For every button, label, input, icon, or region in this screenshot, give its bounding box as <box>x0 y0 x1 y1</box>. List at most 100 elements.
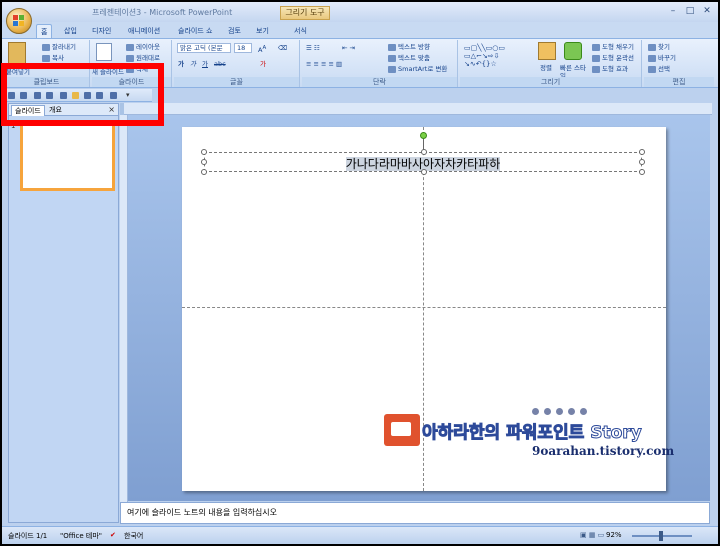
watermark-url: 9oarahan.tistory.com <box>532 444 675 458</box>
resize-handle-br[interactable] <box>639 169 645 175</box>
font-size-select[interactable]: 18 <box>234 43 252 53</box>
paragraph-group: ☰ ☷ ⇤ ⇥ 텍스트 방향 텍스트 맞춤 SmartArt로 변환 ≡ ≡ ≡… <box>302 40 458 87</box>
resize-handle-l[interactable] <box>201 159 207 165</box>
resize-handle-r[interactable] <box>639 159 645 165</box>
font-color-button[interactable]: 가 <box>260 60 266 68</box>
arrange-icon[interactable] <box>538 42 556 60</box>
zoom-slider-knob[interactable] <box>659 531 663 541</box>
reset-button[interactable]: 원래대로 <box>126 54 160 62</box>
office-logo-icon <box>13 15 25 27</box>
rotation-handle[interactable] <box>420 132 427 139</box>
theme-name: "Office 테마" <box>60 532 102 540</box>
font-name-select[interactable]: 맑은 고딕 (본문 <box>177 43 231 53</box>
watermark-dots <box>532 408 587 415</box>
indent-icon[interactable]: ⇤ ⇥ <box>342 44 355 52</box>
title-bar: 프레젠테이션3 - Microsoft PowerPoint 그리기 도구 – … <box>2 2 718 22</box>
drawing-tools-context-tab[interactable]: 그리기 도구 <box>280 6 330 20</box>
smartart-icon <box>388 65 396 73</box>
smartart-button[interactable]: SmartArt로 변환 <box>388 65 447 73</box>
layout-icon <box>126 43 134 51</box>
align-text-button[interactable]: 텍스트 맞춤 <box>388 54 430 62</box>
resize-handle-tl[interactable] <box>201 149 207 155</box>
minimize-button[interactable]: – <box>666 5 680 17</box>
slide-thumbnail[interactable] <box>20 121 115 191</box>
layout-button[interactable]: 레이아웃 <box>126 43 160 51</box>
status-bar: 슬라이드 1/1 "Office 테마" ✔ 한국어 ▣ ▦ ▭ 92% <box>2 526 718 544</box>
clear-format-icon[interactable]: ⌫ <box>278 44 287 52</box>
window-title: 프레젠테이션3 - Microsoft PowerPoint <box>92 8 233 17</box>
cut-button[interactable]: 잘라내기 <box>42 43 76 51</box>
align-buttons[interactable]: ≡ ≡ ≡ ≡ ▥ <box>306 60 342 68</box>
strikethrough-button[interactable]: abc <box>214 60 226 68</box>
text-direction-button[interactable]: 텍스트 방향 <box>388 43 430 51</box>
paragraph-group-label: 단락 <box>302 77 457 87</box>
select-icon <box>648 65 656 73</box>
slide-canvas[interactable]: 가나다라마바사아자차카타파하 아하라한의 파워포인트 Story 9oaraha… <box>182 127 674 491</box>
drawing-group-label: 그리기 <box>460 77 641 87</box>
find-icon <box>648 43 656 51</box>
tab-insert[interactable]: 삽입 <box>60 24 81 38</box>
notes-placeholder: 여기에 슬라이드 노트의 내용을 입력하십시오 <box>127 508 278 517</box>
drawing-group: ▭▢╲╲▭○▭ ▭△⌐↘⇨⇩ ↘∿↶{}☆ 정렬 빠른 스타일 도형 채우기 도형 … <box>460 40 642 87</box>
powerpoint-logo-icon <box>384 414 420 446</box>
office-button[interactable] <box>6 8 32 34</box>
slides-pane: 슬라이드 개요 × 1 <box>8 103 119 523</box>
language: 한국어 <box>124 532 144 540</box>
fill-icon <box>592 43 600 51</box>
view-buttons[interactable]: ▣ ▦ ▭ <box>580 531 604 539</box>
effects-icon <box>592 65 600 73</box>
outline-icon <box>592 54 600 62</box>
replace-button[interactable]: 바꾸기 <box>648 54 676 62</box>
tab-format[interactable]: 서식 <box>290 24 311 38</box>
slide-count: 슬라이드 1/1 <box>8 532 48 540</box>
text-direction-icon <box>388 43 396 51</box>
maximize-button[interactable]: □ <box>683 5 697 17</box>
underline-button[interactable]: 가 <box>202 60 208 68</box>
shapes-gallery[interactable]: ▭▢╲╲▭○▭ ▭△⌐↘⇨⇩ ↘∿↶{}☆ <box>464 44 505 68</box>
blog-watermark: 아하라한의 파워포인트 Story 9oarahan.tistory.com <box>382 404 675 464</box>
zoom-level[interactable]: 92% <box>606 531 622 539</box>
tab-slideshow[interactable]: 슬라이드 쇼 <box>174 24 216 38</box>
resize-handle-tr[interactable] <box>639 149 645 155</box>
spellcheck-icon[interactable]: ✔ <box>110 531 116 539</box>
replace-icon <box>648 54 656 62</box>
scissors-icon <box>42 43 50 51</box>
notes-pane[interactable]: 여기에 슬라이드 노트의 내용을 입력하십시오 <box>120 502 710 524</box>
tab-design[interactable]: 디자인 <box>88 24 115 38</box>
align-text-icon <box>388 54 396 62</box>
slide-workspace: 가나다라마바사아자차카타파하 아하라한의 파워포인트 Story 9oaraha… <box>128 115 710 501</box>
tab-review[interactable]: 검토 <box>224 24 245 38</box>
italic-button[interactable]: 가 <box>190 60 196 68</box>
horizontal-guide[interactable] <box>182 307 666 308</box>
resize-handle-t[interactable] <box>421 149 427 155</box>
find-button[interactable]: 찾기 <box>648 43 670 51</box>
editing-group: 찾기 바꾸기 선택 편집 <box>644 40 714 87</box>
title-textbox[interactable]: 가나다라마바사아자차카타파하 <box>201 149 645 175</box>
grow-font-icon[interactable]: AA <box>258 44 266 54</box>
ribbon-tabs: 홈 삽입 디자인 애니메이션 슬라이드 쇼 검토 보기 서식 <box>2 22 718 38</box>
watermark-blog-name: 아하라한의 파워포인트 Story <box>422 423 643 444</box>
shape-fill-button[interactable]: 도형 채우기 <box>592 43 634 51</box>
arrange-button[interactable]: 정렬 <box>540 64 552 72</box>
tab-view[interactable]: 보기 <box>252 24 273 38</box>
window-controls: – □ ✕ <box>666 5 714 17</box>
copy-button[interactable]: 복사 <box>42 54 64 62</box>
font-group-label: 글꼴 <box>174 77 299 87</box>
resize-handle-bl[interactable] <box>201 169 207 175</box>
copy-icon <box>42 54 50 62</box>
new-slide-icon[interactable] <box>96 43 112 61</box>
select-button[interactable]: 선택 <box>648 65 670 73</box>
bold-button[interactable]: 가 <box>178 60 184 68</box>
red-highlight-box <box>1 63 164 126</box>
bullets-icon[interactable]: ☰ ☷ <box>306 44 320 52</box>
horizontal-ruler <box>124 103 712 115</box>
close-button[interactable]: ✕ <box>700 5 714 17</box>
shape-effects-button[interactable]: 도형 효과 <box>592 65 628 73</box>
editing-group-label: 편집 <box>644 77 714 87</box>
reset-icon <box>126 54 134 62</box>
tab-animations[interactable]: 애니메이션 <box>124 24 164 38</box>
resize-handle-b[interactable] <box>421 169 427 175</box>
quick-styles-icon[interactable] <box>564 42 582 60</box>
tab-home[interactable]: 홈 <box>36 24 53 38</box>
shape-outline-button[interactable]: 도형 윤곽선 <box>592 54 634 62</box>
